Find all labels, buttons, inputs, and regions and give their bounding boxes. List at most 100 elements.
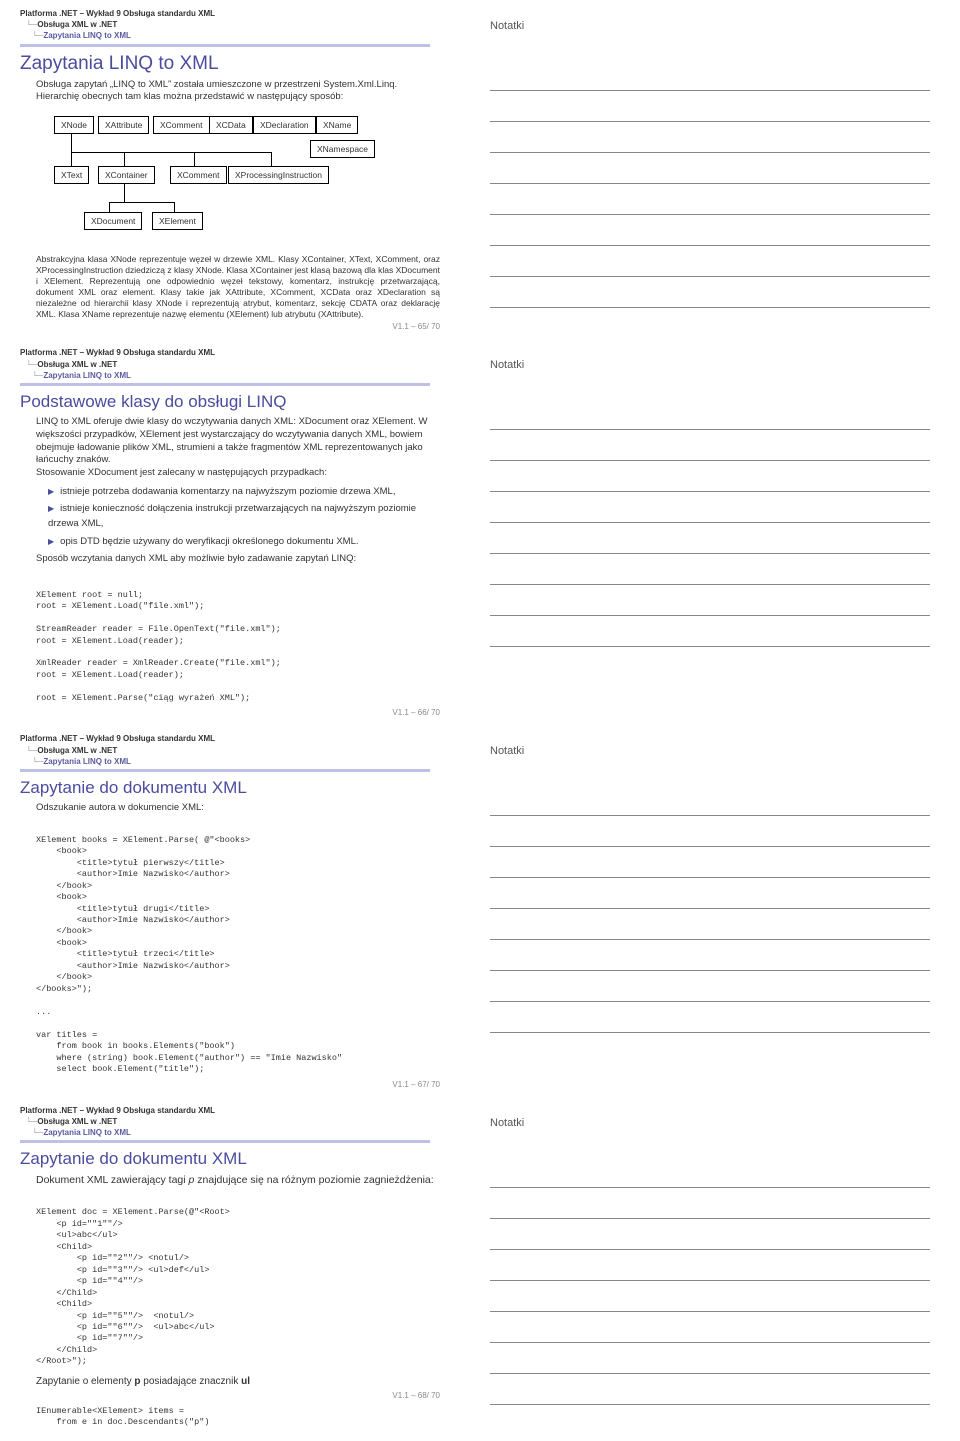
diagram-box-xtext: XText <box>54 166 89 184</box>
note-line <box>490 816 930 847</box>
diagram-connector <box>71 134 72 166</box>
note-line <box>490 215 930 246</box>
diagram-connector <box>271 152 272 166</box>
slide-intro: Odszukanie autora w dokumencie XML: <box>36 802 440 815</box>
note-line <box>490 399 930 430</box>
slide-footer: V1.1 – 67/ 70 <box>20 1080 440 1089</box>
slide-2: Platforma .NET – Wykład 9 Obsługa standa… <box>0 339 960 725</box>
slide-title: Zapytania LINQ to XML <box>20 53 440 75</box>
note-line <box>490 153 930 184</box>
diagram-box-xprocessing: XProcessingInstruction <box>228 166 329 184</box>
note-line <box>490 971 930 1002</box>
slide-3-content: Platforma .NET – Wykład 9 Obsługa standa… <box>0 725 460 1096</box>
slide-intro: LINQ to XML oferuje dwie klasy do wczyty… <box>36 416 440 480</box>
diagram-box-xattribute: XAttribute <box>98 116 149 134</box>
slide-intro: Dokument XML zawierający tagi p znajdują… <box>36 1173 440 1187</box>
diagram-box-xdeclaration: XDeclaration <box>253 116 316 134</box>
slide-3: Platforma .NET – Wykład 9 Obsługa standa… <box>0 725 960 1096</box>
breadcrumb: Platforma .NET – Wykład 9 Obsługa standa… <box>20 1105 440 1139</box>
breadcrumb-level-2: Obsługa XML w .NET <box>20 1116 117 1127</box>
diagram-box-xcomment: XComment <box>153 116 210 134</box>
note-line <box>490 909 930 940</box>
diagram-box-xnode: XNode <box>54 116 94 134</box>
bullet-item: istnieje potrzeba dodawania komentarzy n… <box>48 484 440 499</box>
slide-title: Podstawowe klasy do obsługi LINQ <box>20 392 440 412</box>
diagram-box-xdocument: XDocument <box>84 212 142 230</box>
diagram-box-xcontainer: XContainer <box>98 166 155 184</box>
breadcrumb-level-3: Zapytania LINQ to XML <box>20 1127 131 1138</box>
bullet-item: istnieje konieczność dołączenia instrukc… <box>48 501 440 531</box>
diagram-connector <box>109 202 110 212</box>
diagram-box-xelement: XElement <box>152 212 203 230</box>
note-line <box>490 492 930 523</box>
diagram-connector <box>194 152 195 166</box>
diagram-connector <box>124 152 125 166</box>
code-block: XElement root = null; root = XElement.Lo… <box>36 590 440 705</box>
note-line <box>490 1281 930 1312</box>
breadcrumb: Platforma .NET – Wykład 9 Obsługa standa… <box>20 8 440 42</box>
breadcrumb-level-1: Platforma .NET – Wykład 9 Obsługa standa… <box>20 1106 215 1115</box>
slide-footer: V1.1 – 66/ 70 <box>20 708 440 717</box>
note-line <box>490 847 930 878</box>
slide-4: Platforma .NET – Wykład 9 Obsługa standa… <box>0 1097 960 1441</box>
code-block: XElement books = XElement.Parse( @"<book… <box>36 835 440 1076</box>
breadcrumb-level-3: Zapytania LINQ to XML <box>20 756 131 767</box>
note-line <box>490 184 930 215</box>
breadcrumb: Platforma .NET – Wykład 9 Obsługa standa… <box>20 347 440 381</box>
notes-4: Notatki <box>460 1097 960 1441</box>
notes-3: Notatki <box>460 725 960 1096</box>
breadcrumb: Platforma .NET – Wykład 9 Obsługa standa… <box>20 733 440 767</box>
note-line <box>490 1250 930 1281</box>
diagram-connector <box>174 202 175 212</box>
slide-1-content: Platforma .NET – Wykład 9 Obsługa standa… <box>0 0 460 339</box>
note-line <box>490 122 930 153</box>
note-line <box>490 91 930 122</box>
note-line <box>490 1343 930 1374</box>
diagram-connector <box>124 184 125 202</box>
note-line <box>490 246 930 277</box>
slide-footer: V1.1 – 65/ 70 <box>20 322 440 331</box>
diagram-box-xcomment2: XComment <box>170 166 227 184</box>
diagram-box-xcdata: XCData <box>209 116 253 134</box>
class-hierarchy-diagram: XNode XAttribute XComment XCData XDeclar… <box>54 116 374 246</box>
slide-2-content: Platforma .NET – Wykład 9 Obsługa standa… <box>0 339 460 725</box>
note-line <box>490 585 930 616</box>
slide-intro: Obsługa zapytań „LINQ to XML” została um… <box>36 79 440 105</box>
note-line <box>490 1157 930 1188</box>
diagram-connector <box>109 202 174 203</box>
slide-post: Sposób wczytania danych XML aby możliwie… <box>36 553 440 566</box>
query-text: Zapytanie o elementy p posiadające znacz… <box>36 1376 440 1387</box>
diagram-connector <box>71 152 271 153</box>
slide-title: Zapytanie do dokumentu XML <box>20 1149 440 1169</box>
breadcrumb-level-2: Obsługa XML w .NET <box>20 745 117 756</box>
diagram-box-xname: XName <box>316 116 358 134</box>
diagram-box-xnamespace: XNamespace <box>310 140 375 158</box>
slide-4-content: Platforma .NET – Wykład 9 Obsługa standa… <box>0 1097 460 1441</box>
note-line <box>490 1374 930 1405</box>
breadcrumb-level-2: Obsługa XML w .NET <box>20 359 117 370</box>
notes-title: Notatki <box>490 745 930 757</box>
note-line <box>490 430 930 461</box>
note-line <box>490 60 930 91</box>
divider-bar <box>20 769 430 772</box>
breadcrumb-level-3: Zapytania LINQ to XML <box>20 30 131 41</box>
note-line <box>490 785 930 816</box>
code-block-2: IEnumerable<XElement> items = from e in … <box>36 1406 440 1429</box>
notes-2: Notatki <box>460 339 960 725</box>
breadcrumb-level-1: Platforma .NET – Wykład 9 Obsługa standa… <box>20 348 215 357</box>
note-line <box>490 940 930 971</box>
breadcrumb-level-2: Obsługa XML w .NET <box>20 19 117 30</box>
divider-bar <box>20 383 430 386</box>
note-line <box>490 523 930 554</box>
note-line <box>490 461 930 492</box>
notes-title: Notatki <box>490 359 930 371</box>
note-line <box>490 554 930 585</box>
divider-bar <box>20 1140 430 1143</box>
slide-title: Zapytanie do dokumentu XML <box>20 778 440 798</box>
slide-footer: V1.1 – 68/ 70 <box>20 1391 440 1400</box>
notes-title: Notatki <box>490 1117 930 1129</box>
slide-description: Abstrakcyjna klasa XNode reprezentuje wę… <box>36 254 440 320</box>
breadcrumb-level-3: Zapytania LINQ to XML <box>20 370 131 381</box>
bullet-item: opis DTD będzie używany do weryfikacji o… <box>48 534 440 549</box>
note-line <box>490 277 930 308</box>
